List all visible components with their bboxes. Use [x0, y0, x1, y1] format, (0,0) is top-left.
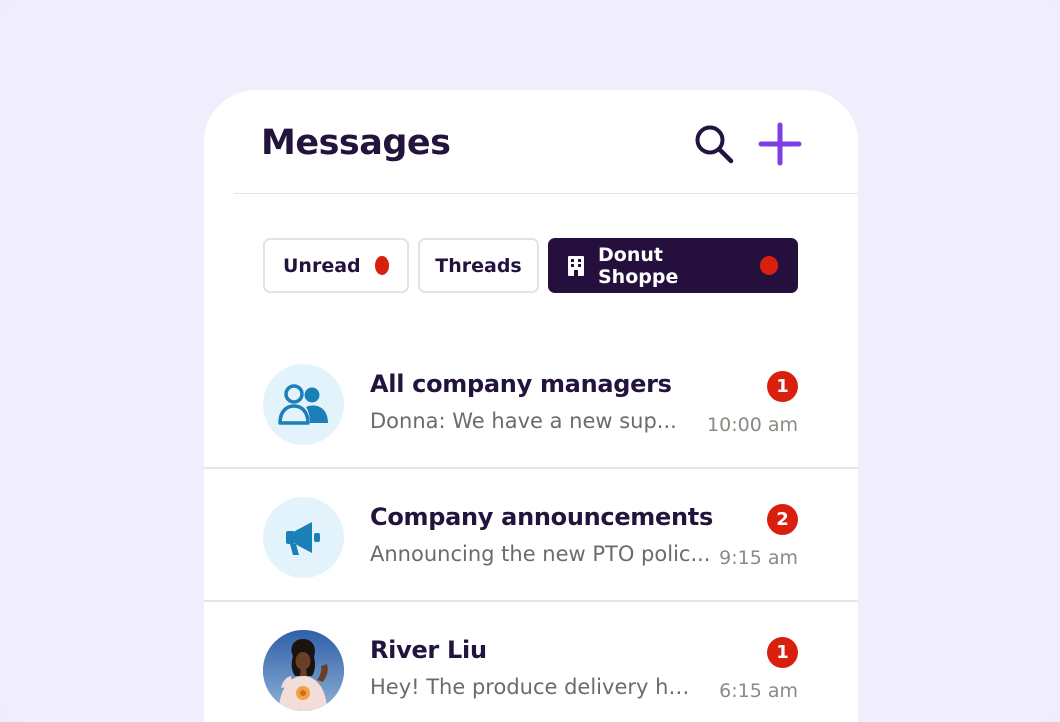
filter-unread[interactable]: Unread: [263, 238, 409, 293]
conversation-time: 9:15 am: [719, 547, 798, 569]
conversation-preview: Hey! The produce delivery ha...: [370, 675, 700, 699]
conversation-title: All company managers: [370, 370, 672, 398]
filter-label: Donut Shoppe: [598, 243, 679, 288]
app-background: Messages Unread Threads Donut Shoppe All…: [0, 0, 1060, 722]
filter-label: Threads: [435, 254, 522, 277]
conversation-title: Company announcements: [370, 503, 713, 531]
conversation-time: 10:00 am: [707, 414, 798, 436]
conversation-preview: Donna: We have a new sup...: [370, 409, 677, 433]
messages-header: Messages: [234, 90, 858, 194]
conversation-title: River Liu: [370, 636, 487, 664]
add-icon[interactable]: [758, 122, 802, 166]
messages-panel: Messages Unread Threads Donut Shoppe All…: [204, 90, 858, 722]
group-icon: [263, 364, 344, 445]
unread-count-badge: 1: [767, 371, 798, 402]
filter-label: Unread: [283, 254, 361, 277]
user-avatar-photo: [263, 630, 344, 711]
conversation-row[interactable]: All company managers Donna: We have a ne…: [204, 337, 858, 469]
unread-count-badge: 1: [767, 637, 798, 668]
conversation-preview: Announcing the new PTO polic...: [370, 542, 711, 566]
conversation-time: 6:15 am: [719, 680, 798, 702]
filter-threads[interactable]: Threads: [418, 238, 539, 293]
filter-donut-shoppe[interactable]: Donut Shoppe: [548, 238, 798, 293]
unread-dot: [759, 256, 778, 275]
building-icon: [568, 255, 584, 276]
conversation-row[interactable]: River Liu Hey! The produce delivery ha..…: [204, 603, 858, 722]
unread-dot: [374, 256, 389, 275]
megaphone-icon: [263, 497, 344, 578]
unread-count-badge: 2: [767, 504, 798, 535]
page-title: Messages: [261, 123, 451, 163]
search-icon[interactable]: [692, 122, 736, 166]
conversation-row[interactable]: Company announcements Announcing the new…: [204, 470, 858, 602]
